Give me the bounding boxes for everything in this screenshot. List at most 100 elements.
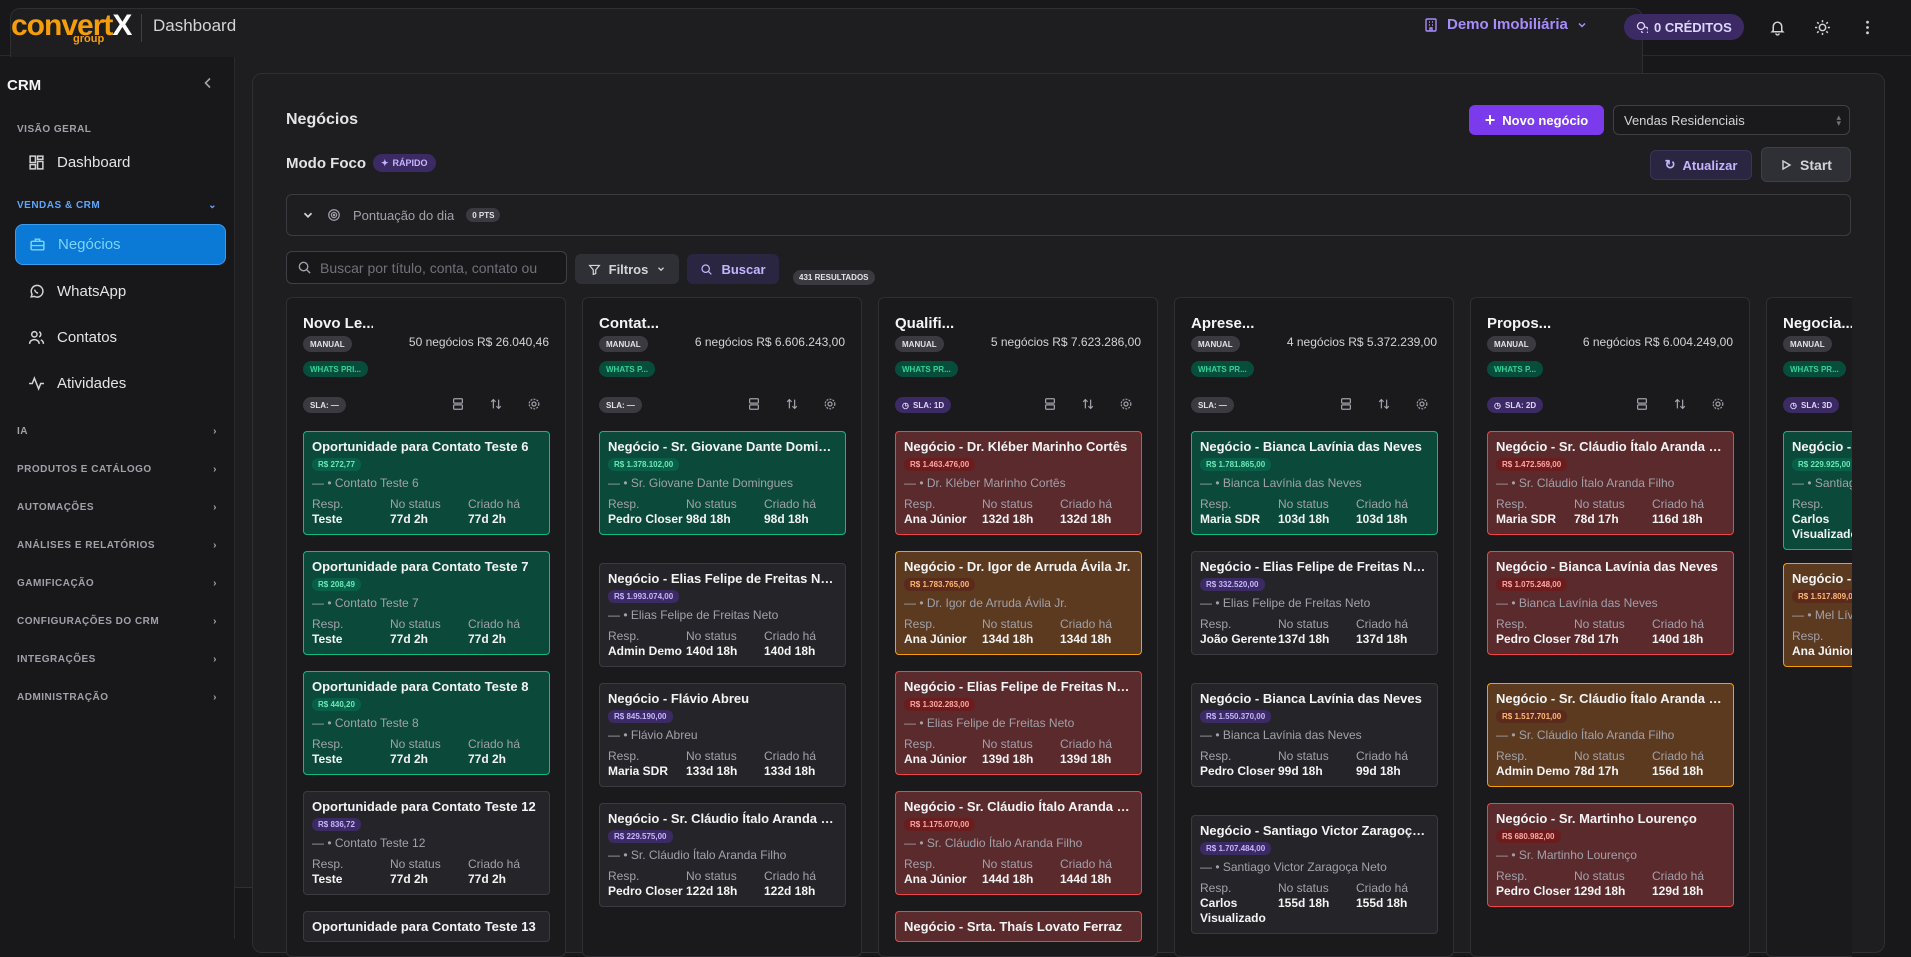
sidebar-item-contatos[interactable]: Contatos xyxy=(15,317,226,358)
section-ia[interactable]: IA › xyxy=(17,426,217,437)
pipeline-select[interactable]: Vendas Residenciais ▴ ▾ xyxy=(1613,105,1850,135)
settings-icon[interactable] xyxy=(1119,397,1135,413)
deal-card[interactable]: Negócio - Elias Felipe de Freitas Neto R$… xyxy=(599,563,846,667)
sidebar-item-atividades[interactable]: Atividades xyxy=(15,363,226,404)
deal-card[interactable]: Negócio - Elias Felipe de Freitas Neto R$… xyxy=(895,671,1142,775)
deal-card[interactable]: Negócio - Sr. Cláudio Ítalo Aranda Filho… xyxy=(599,803,846,907)
credits-badge[interactable]: 0 CRÉDITOS xyxy=(1624,14,1744,40)
search-button[interactable]: Buscar xyxy=(687,254,779,284)
stack-icon[interactable] xyxy=(747,397,763,413)
deal-title: Negócio - Dr. Kléber Marinho Cortês xyxy=(904,439,1128,454)
filters-button[interactable]: Filtros xyxy=(575,254,679,284)
sidebar-item-negocios[interactable]: Negócios xyxy=(15,224,226,265)
sort-icon[interactable] xyxy=(1081,397,1097,413)
company-selector[interactable]: Demo Imobiliária xyxy=(1423,16,1588,33)
deal-card[interactable]: Negócio - Sr. Martinho Lourenço R$ 680.98… xyxy=(1487,803,1734,907)
sort-icon[interactable] xyxy=(785,397,801,413)
deal-card[interactable]: Negócio - Srta. Thaís Lovato Ferraz xyxy=(895,911,1142,942)
mode-badge: MANUAL xyxy=(1487,336,1536,352)
channel-badge: WHATS PR... xyxy=(895,361,958,377)
search-box[interactable] xyxy=(286,251,567,284)
deal-card[interactable]: Negócio - Santiago Victor Zaragoça Neto R… xyxy=(1191,815,1438,934)
more-menu-icon[interactable] xyxy=(1856,16,1878,38)
start-button[interactable]: Start xyxy=(1761,147,1851,182)
sidebar-item-dashboard[interactable]: Dashboard xyxy=(15,142,226,183)
sort-icon[interactable] xyxy=(1377,397,1393,413)
kanban-column: Propos... 6 negócios R$ 6.004.249,00 MANUA… xyxy=(1470,297,1750,957)
select-caret-icon: ▴ ▾ xyxy=(1836,112,1841,128)
deal-card[interactable]: Negócio - Sr. Giovane Dante Domingues R$ … xyxy=(599,431,846,535)
deal-card[interactable]: Negócio - Elias Felipe de Freitas Neto R$… xyxy=(1191,551,1438,655)
status-value: 77d 2h xyxy=(390,632,429,646)
status-label: No status xyxy=(982,497,1033,511)
stack-icon[interactable] xyxy=(1043,397,1059,413)
section-automacoes[interactable]: AUTOMAÇÕES › xyxy=(17,502,217,513)
section-config-crm[interactable]: CONFIGURAÇÕES DO CRM › xyxy=(17,616,217,627)
bell-icon[interactable] xyxy=(1766,16,1788,38)
chevron-down-icon xyxy=(658,267,665,272)
status-label: No status xyxy=(1278,749,1329,763)
deal-card[interactable]: Negócio - Bianca Lavínia das Neves R$ 1.7… xyxy=(1191,431,1438,535)
section-produtos[interactable]: PRODUTOS E CATÁLOGO › xyxy=(17,464,217,475)
stack-icon[interactable] xyxy=(1635,397,1651,413)
collapse-sidebar-icon[interactable] xyxy=(200,75,218,93)
resp-value: Pedro Closer xyxy=(1496,884,1571,898)
status-label: No status xyxy=(1278,497,1329,511)
theme-toggle-icon[interactable] xyxy=(1811,16,1833,38)
deal-card[interactable]: Oportunidade para Contato Teste 13 xyxy=(303,911,550,942)
focus-mode-badge[interactable]: ✦ RÁPIDO xyxy=(373,154,436,172)
created-value: 77d 2h xyxy=(468,632,507,646)
settings-icon[interactable] xyxy=(1415,397,1431,413)
new-deal-button[interactable]: + Novo negócio xyxy=(1469,105,1604,135)
deal-card[interactable]: Negócio - Sr. Cláudio R$ 229.925,00 — • Sa… xyxy=(1783,431,1852,550)
target-icon xyxy=(328,209,340,221)
status-label: No status xyxy=(1574,497,1625,511)
deal-title: Negócio - Srta. Thaís Lovato Ferraz xyxy=(904,919,1123,934)
deal-card[interactable]: Negócio - Sr. Cláudio Ítalo Aranda Filho… xyxy=(1487,431,1734,535)
section-gamificacao[interactable]: GAMIFICAÇÃO › xyxy=(17,578,217,589)
sidebar-item-whatsapp[interactable]: WhatsApp xyxy=(15,271,226,312)
kanban-column: Qualifi... 5 negócios R$ 7.623.286,00 MANU… xyxy=(878,297,1158,957)
deal-card[interactable]: Negócio - Bianca Lavínia das Neves R$ 1.0… xyxy=(1487,551,1734,655)
sort-icon[interactable] xyxy=(1673,397,1689,413)
settings-icon[interactable] xyxy=(527,397,543,413)
sort-icon[interactable] xyxy=(489,397,505,413)
resp-label: Resp. xyxy=(1496,617,1528,631)
section-integracoes[interactable]: INTEGRAÇÕES › xyxy=(17,654,217,665)
created-label: Criado há xyxy=(1652,869,1705,883)
stack-icon[interactable] xyxy=(1339,397,1355,413)
column-summary: 5 negócios R$ 7.623.286,00 xyxy=(990,335,1141,349)
deal-stats: Resp. No status Criado há Maria SDR 78d 17h 1… xyxy=(1496,497,1725,527)
resp-label: Resp. xyxy=(904,497,936,511)
deal-card[interactable]: Oportunidade para Contato Teste 6 R$ 272,… xyxy=(303,431,550,535)
settings-icon[interactable] xyxy=(823,397,839,413)
refresh-button[interactable]: ↻ Atualizar xyxy=(1650,150,1752,180)
deal-card[interactable]: Oportunidade para Contato Teste 12 R$ 836… xyxy=(303,791,550,895)
convertx-logo[interactable]: convertX group xyxy=(10,8,1643,888)
deal-card[interactable]: Negócio - Sr. Cláudio Ítalo Aranda Filho… xyxy=(1487,683,1734,787)
deal-card[interactable]: Negócio - Sr. Cláudio Ítalo Aranda Filho… xyxy=(895,791,1142,895)
created-value: 103d 18h xyxy=(1356,512,1408,526)
deal-title: Oportunidade para Contato Teste 12 xyxy=(312,799,536,814)
chevron-right-icon: › xyxy=(213,540,217,551)
deal-card[interactable]: Negócio - Dr. Kléber Marinho Cortês R$ 1.… xyxy=(895,431,1142,535)
deal-card[interactable]: Negócio - Dr. Igor de Arruda Ávila Jr. R$… xyxy=(895,551,1142,655)
settings-icon[interactable] xyxy=(1711,397,1727,413)
resp-value: Maria SDR xyxy=(1496,512,1557,526)
deal-title: Oportunidade para Contato Teste 13 xyxy=(312,919,536,934)
section-analises[interactable]: ANÁLISES E RELATÓRIOS › xyxy=(17,540,217,551)
resp-label: Resp. xyxy=(312,497,344,511)
deal-card[interactable]: Negócio - Flávio Abreu R$ 845.190,00 — • F… xyxy=(599,683,846,787)
sla-badge: SLA: — xyxy=(303,397,346,413)
section-sales-crm[interactable]: VENDAS & CRM ⌄ xyxy=(17,200,217,211)
search-input[interactable] xyxy=(320,259,560,276)
deal-contact: — • Contato Teste 6 xyxy=(312,476,419,490)
stack-icon[interactable] xyxy=(451,397,467,413)
deal-card[interactable]: Negócio - Bianca Lavínia das Neves R$ 1.5… xyxy=(1191,683,1438,787)
column-summary: 4 negócios R$ 5.372.239,00 xyxy=(1286,335,1437,349)
daily-score-panel[interactable]: Pontuação do dia 0 PTS xyxy=(286,194,1851,236)
deal-card[interactable]: Oportunidade para Contato Teste 7 R$ 208,… xyxy=(303,551,550,655)
deal-card[interactable]: Negócio - Mel Lívia R$ 1.517.809,00 — • Me… xyxy=(1783,563,1852,667)
deal-card[interactable]: Oportunidade para Contato Teste 8 R$ 440,… xyxy=(303,671,550,775)
section-administracao[interactable]: ADMINISTRAÇÃO › xyxy=(17,692,217,703)
